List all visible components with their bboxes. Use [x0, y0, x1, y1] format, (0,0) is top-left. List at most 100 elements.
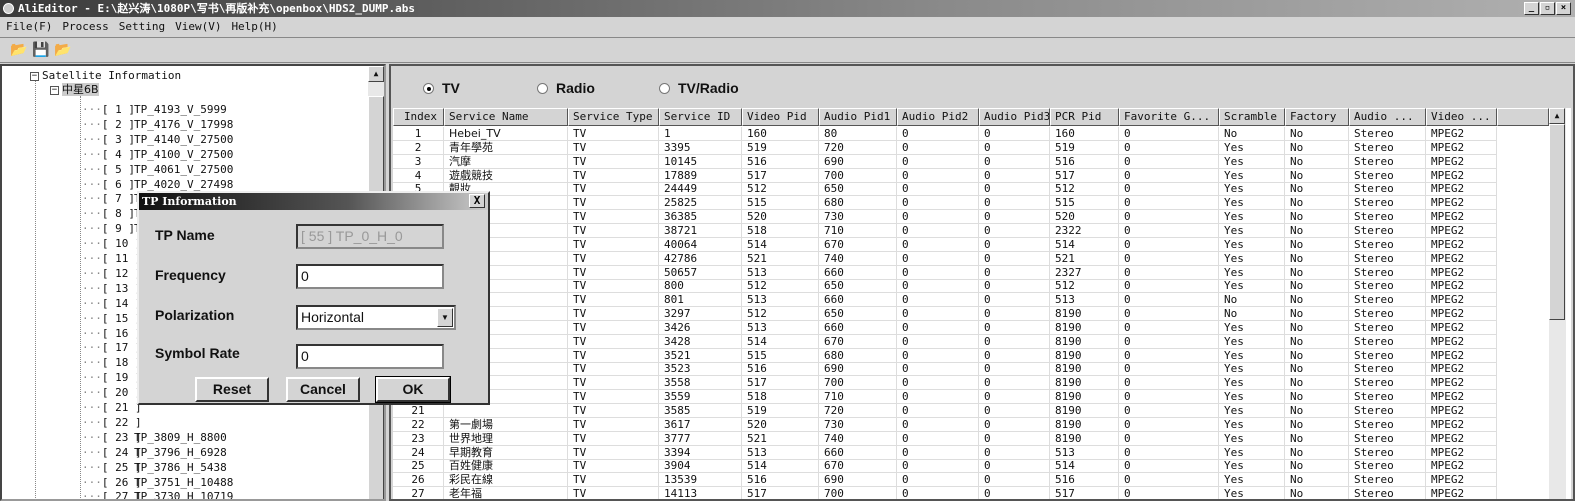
collapse-icon[interactable]: −: [30, 71, 39, 81]
table-cell: MPEG2: [1426, 348, 1497, 363]
tree-node-satellite-information[interactable]: − Satellite Information: [30, 69, 181, 83]
tree-item-tp[interactable]: ···[ 5 ] TP_4061_V_27500: [82, 163, 233, 177]
tree-item-tp[interactable]: ···[ 21 ]: [82, 401, 142, 415]
tree-item-tp[interactable]: ···[ 10 ]: [82, 237, 142, 251]
cancel-button[interactable]: Cancel: [286, 377, 360, 402]
table-scrollbar[interactable]: ▲: [1549, 108, 1566, 499]
radio-button-icon[interactable]: [659, 82, 670, 94]
minimize-button[interactable]: _: [1524, 2, 1539, 15]
menu-help[interactable]: Help(H): [231, 17, 277, 36]
table-cell: 521: [1050, 251, 1119, 266]
scroll-up-icon[interactable]: ▲: [368, 66, 384, 82]
tree-item-tp[interactable]: ···[ 2 ] TP_4176_V_17998: [82, 118, 233, 132]
tree-item-tp[interactable]: ···[ 23 ] TP_3809_H_8800: [82, 431, 227, 445]
column-header[interactable]: Audio Pid2: [897, 108, 979, 126]
table-cell: 0: [979, 140, 1050, 155]
scroll-up-icon[interactable]: ▲: [1549, 108, 1565, 124]
tree-item-tp[interactable]: ···[ 19 ]: [82, 371, 142, 385]
tree-item-tp[interactable]: ···[ 14 ]: [82, 297, 142, 311]
import-folder-icon[interactable]: 📂: [54, 42, 71, 58]
column-header[interactable]: Video Pid: [742, 108, 819, 126]
frequency-field[interactable]: 0: [296, 264, 444, 289]
table-cell: 老年福: [444, 487, 568, 499]
tree-item-tp[interactable]: ···[ 1 ] TP_4193_V_5999: [82, 103, 227, 117]
dialog-close-button[interactable]: X: [469, 194, 485, 208]
tree-item-tp[interactable]: ···[ 9 ]T: [82, 222, 141, 236]
chevron-down-icon[interactable]: ▼: [437, 308, 453, 327]
table-cell: 730: [819, 210, 897, 225]
tree-item-tp[interactable]: ···[ 16 ]: [82, 327, 142, 341]
table-cell: 521: [742, 431, 819, 446]
column-header[interactable]: Audio Pid3: [979, 108, 1050, 126]
menu-file[interactable]: File(F): [6, 17, 52, 36]
radio-button-icon[interactable]: [537, 82, 548, 94]
tree-item-tp[interactable]: ···[ 22 ]: [82, 416, 142, 430]
tree-item-tp[interactable]: ···[ 13 ]: [82, 282, 142, 296]
tp-name-field: [ 55 ] TP_0_H_0: [296, 224, 444, 249]
column-header[interactable]: Audio ...: [1349, 108, 1426, 126]
table-cell: 0: [979, 127, 1050, 141]
column-header[interactable]: Scramble: [1219, 108, 1285, 126]
tree-item-tp[interactable]: ···[ 8 ]T: [82, 207, 141, 221]
table-cell: MPEG2: [1426, 320, 1497, 335]
save-icon[interactable]: 💾: [32, 42, 49, 58]
column-header[interactable]: Factory: [1285, 108, 1349, 126]
column-header[interactable]: Service Type: [568, 108, 659, 126]
radio-tv[interactable]: TV: [423, 80, 460, 96]
column-header[interactable]: Audio Pid1: [819, 108, 897, 126]
menu-view[interactable]: View(V): [175, 17, 221, 36]
column-header[interactable]: PCR Pid: [1050, 108, 1119, 126]
ok-button[interactable]: OK: [375, 376, 451, 403]
tree-item-tp[interactable]: ···[ 24 ] TP_3796_H_6928: [82, 446, 227, 460]
table-cell: No: [1285, 376, 1349, 391]
tree-item-tp[interactable]: ···[ 4 ] TP_4100_V_27500: [82, 148, 233, 162]
column-header[interactable]: Favorite G...: [1119, 108, 1219, 126]
table-cell: TV: [568, 251, 659, 266]
table-cell: Hebei_TV: [444, 127, 568, 141]
tree-node-satellite[interactable]: − 中星6B: [50, 83, 99, 97]
radio-radio[interactable]: Radio: [537, 80, 595, 96]
column-header[interactable]: Video ...: [1426, 108, 1497, 126]
table-cell: No: [1285, 473, 1349, 488]
table-cell: MPEG2: [1426, 127, 1497, 141]
tree-item-tp[interactable]: ···[ 26 ] TP_3751_H_10488: [82, 476, 233, 490]
table-cell: 0: [897, 265, 979, 280]
tree-item-tp[interactable]: ···[ 18 ]: [82, 356, 142, 370]
tree-item-tp[interactable]: ···[ 11 ]: [82, 252, 142, 266]
column-header[interactable]: Service Name: [444, 108, 568, 126]
table-cell: Yes: [1219, 279, 1285, 294]
table-cell: Yes: [1219, 251, 1285, 266]
tree-item-tp[interactable]: ···[ 15 ]: [82, 312, 142, 326]
menu-process[interactable]: Process: [62, 17, 108, 36]
polarization-select[interactable]: Horizontal ▼: [296, 305, 456, 330]
close-button[interactable]: ×: [1556, 2, 1571, 15]
tree-item-tp[interactable]: ···[ 12 ]: [82, 267, 142, 281]
menu-setting[interactable]: Setting: [119, 17, 165, 36]
table-cell: 670: [819, 334, 897, 349]
tree-item-tp[interactable]: ···[ 3 ] TP_4140_V_27500: [82, 133, 233, 147]
maximize-button[interactable]: ▫: [1540, 2, 1555, 15]
table-cell: 8190: [1050, 417, 1119, 432]
scroll-thumb[interactable]: [1549, 124, 1565, 320]
table-cell: 0: [897, 431, 979, 446]
polarization-label: Polarization: [155, 307, 235, 323]
reset-button[interactable]: Reset: [195, 377, 269, 402]
table-cell: 0: [897, 417, 979, 432]
column-header[interactable]: Service ID: [659, 108, 742, 126]
tree-item-tp[interactable]: ···[ 17 ]: [82, 341, 142, 355]
radio-button-icon[interactable]: [423, 82, 434, 94]
table-cell: 0: [1119, 320, 1219, 335]
column-header[interactable]: Index: [393, 108, 444, 126]
table-cell: 515: [742, 348, 819, 363]
table-cell: 彩民在線: [444, 473, 568, 488]
tree-item-tp[interactable]: ···[ 27 ] TP_3730_H_10719: [82, 490, 233, 499]
symbol-rate-field[interactable]: 0: [296, 344, 444, 369]
tree-item-tp[interactable]: ···[ 20 ]: [82, 386, 142, 400]
tree-item-tp[interactable]: ···[ 25 ] TP_3786_H_5438: [82, 461, 227, 475]
radio-tv-radio[interactable]: TV/Radio: [659, 80, 739, 96]
open-folder-icon[interactable]: 📂: [10, 42, 27, 58]
table-cell: 遊戲競技: [444, 168, 568, 183]
collapse-icon[interactable]: −: [50, 85, 59, 95]
tree-item-tp[interactable]: ···[ 7 ]T: [82, 192, 141, 206]
tree-item-tp[interactable]: ···[ 6 ] TP_4020_V_27498: [82, 178, 233, 192]
